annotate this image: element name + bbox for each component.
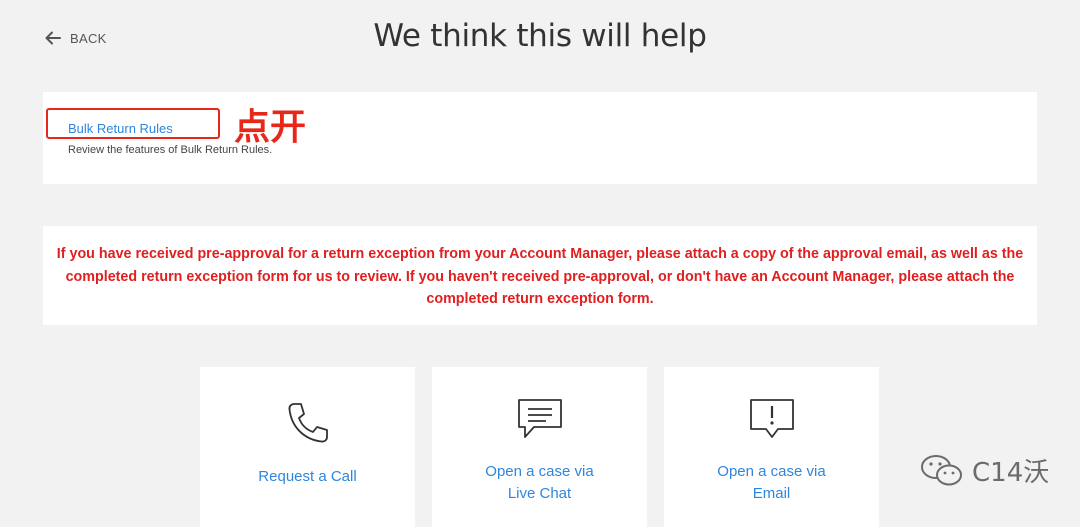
email-label-line2: Email [752,485,791,502]
chat-icon [517,399,562,438]
bulk-return-rules-link[interactable]: Bulk Return Rules [68,121,173,136]
email-card[interactable]: Open a case via Email [664,367,879,527]
page-title: We think this will help [373,18,707,54]
wechat-icon [921,454,962,485]
return-exception-notice: If you have received pre-approval for a … [43,226,1037,325]
help-article-panel: Bulk Return Rules Review the features of… [43,92,1037,184]
watermark-text: C14沃 [972,458,1050,488]
watermark: C14沃 [920,452,1049,489]
email-alert-icon [749,399,794,438]
live-chat-label-line2: Live Chat [507,485,572,502]
email-label-line1: Open a case via [717,463,826,480]
live-chat-label-line1: Open a case via [485,463,594,480]
annotation-text: 点开 [234,107,307,148]
live-chat-card[interactable]: Open a case via Live Chat [432,367,647,527]
request-call-card[interactable]: Request a Call [200,367,415,527]
notice-text: If you have received pre-approval for a … [56,246,1024,308]
phone-icon [288,403,328,443]
request-call-label: Request a Call [258,468,357,485]
